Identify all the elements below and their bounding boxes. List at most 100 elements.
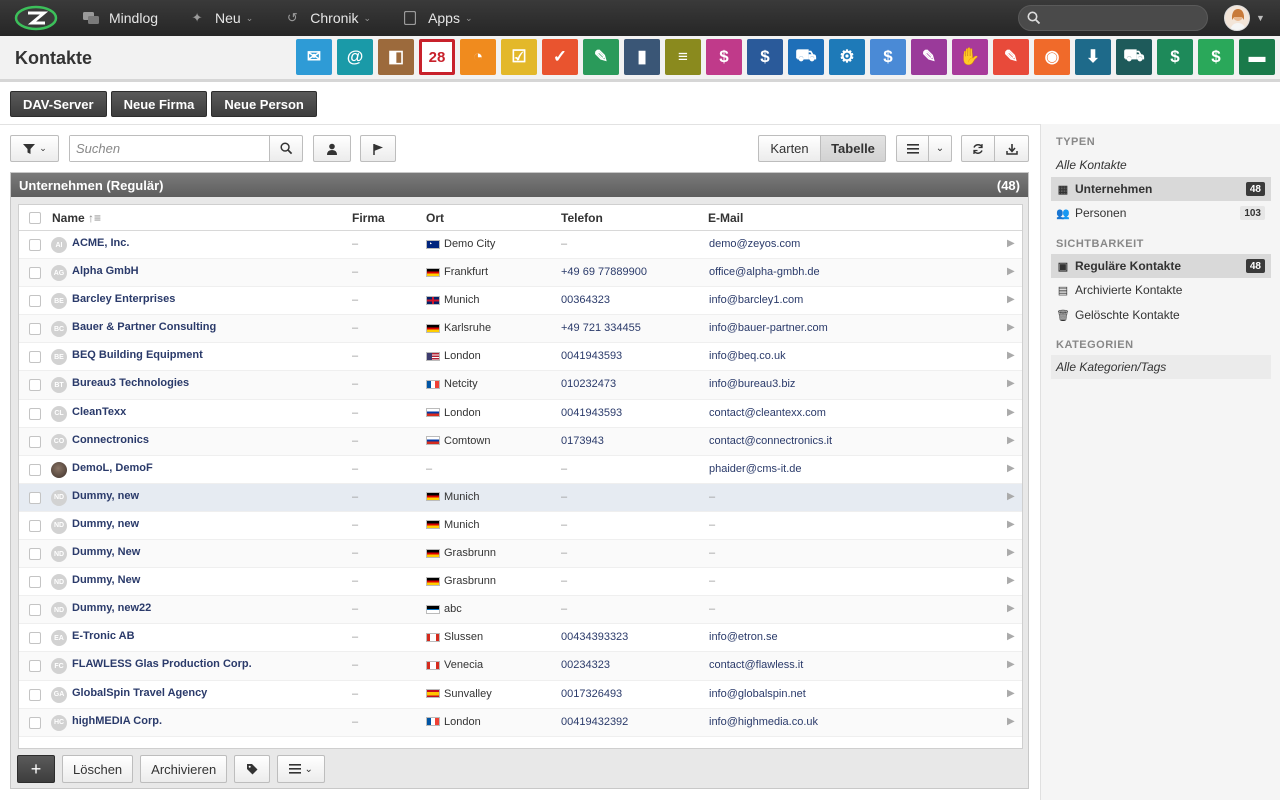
row-open-arrow-icon[interactable]: ▶ <box>1007 547 1015 558</box>
email-cell[interactable]: office@alpha-gmbh.de <box>709 266 820 278</box>
table-row[interactable]: ND Dummy, new – Munich – – ▶ <box>19 512 1022 541</box>
table-row[interactable]: ND Dummy, New – Grasbrunn – – ▶ <box>19 540 1022 569</box>
filter-dropdown-button[interactable]: ⌄ <box>10 135 59 162</box>
contact-name-link[interactable]: DemoL, DemoF <box>72 462 153 474</box>
row-checkbox[interactable] <box>29 548 41 561</box>
new-person-button[interactable]: Neue Person <box>211 91 317 117</box>
phone-cell[interactable]: +49 721 334455 <box>561 322 641 334</box>
addressbook-app-icon[interactable]: @ <box>337 39 373 75</box>
row-open-arrow-icon[interactable]: ▶ <box>1007 463 1015 474</box>
archive-button[interactable]: Archivieren <box>140 755 228 783</box>
cashdesk-app-icon[interactable]: $ <box>706 39 742 75</box>
tag-button[interactable] <box>234 755 271 783</box>
row-checkbox[interactable] <box>29 688 41 701</box>
row-open-arrow-icon[interactable]: ▶ <box>1007 407 1015 418</box>
row-open-arrow-icon[interactable]: ▶ <box>1007 716 1015 727</box>
sidebar-item-archived[interactable]: ▤ Archivierte Kontakte <box>1051 278 1271 302</box>
row-checkbox[interactable] <box>29 716 41 729</box>
search-field[interactable] <box>69 135 270 162</box>
email-cell[interactable]: info@etron.se <box>709 631 778 643</box>
table-row[interactable]: ND Dummy, new22 – abc – – ▶ <box>19 596 1022 625</box>
contact-name-link[interactable]: ACME, Inc. <box>72 237 129 249</box>
refresh-button[interactable] <box>961 135 995 162</box>
sidebar-item-deleted[interactable]: 🗑 Gelöschte Kontakte <box>1051 303 1271 327</box>
phone-cell[interactable]: 00434393323 <box>561 631 628 643</box>
download-button[interactable] <box>994 135 1029 162</box>
email-cell[interactable]: contact@flawless.it <box>709 659 803 671</box>
global-search-input[interactable] <box>1047 10 1197 26</box>
contact-name-link[interactable]: Bureau3 Technologies <box>72 377 189 389</box>
row-open-arrow-icon[interactable]: ▶ <box>1007 491 1015 502</box>
email-cell[interactable]: info@highmedia.co.uk <box>709 716 818 728</box>
table-row[interactable]: AG Alpha GmbH – Frankfurt +49 69 77889900 off… <box>19 259 1022 288</box>
view-table-button[interactable]: Tabelle <box>820 135 886 162</box>
row-open-arrow-icon[interactable]: ▶ <box>1007 659 1015 670</box>
row-checkbox[interactable] <box>29 604 41 617</box>
broadcast-app-icon[interactable]: ◉ <box>1034 39 1070 75</box>
row-open-arrow-icon[interactable]: ▶ <box>1007 350 1015 361</box>
table-row[interactable]: FC FLAWLESS Glas Production Corp. – Venecia… <box>19 652 1022 681</box>
contact-name-link[interactable]: Dummy, New <box>72 546 140 558</box>
row-checkbox[interactable] <box>29 576 41 589</box>
contact-name-link[interactable]: Dummy, new <box>72 518 139 530</box>
email-cell[interactable]: info@globalspin.net <box>709 688 806 700</box>
nav-item-mindlog[interactable]: Mindlog <box>82 0 158 36</box>
columns-dropdown-button[interactable]: ⌄ <box>928 135 952 162</box>
email-cell[interactable]: info@bureau3.biz <box>709 378 795 390</box>
contact-name-link[interactable]: Barcley Enterprises <box>72 293 175 305</box>
contact-name-link[interactable]: Dummy, New <box>72 574 140 586</box>
contact-name-link[interactable]: GlobalSpin Travel Agency <box>72 687 207 699</box>
sidebar-item-companies[interactable]: ▦ Unternehmen 48 <box>1051 177 1271 201</box>
row-checkbox[interactable] <box>29 435 41 448</box>
row-checkbox[interactable] <box>29 660 41 673</box>
view-cards-button[interactable]: Karten <box>758 135 821 162</box>
flag-filter-button[interactable] <box>360 135 396 162</box>
table-row[interactable]: BT Bureau3 Technologies – Netcity 010232473 i… <box>19 371 1022 400</box>
row-open-arrow-icon[interactable]: ▶ <box>1007 603 1015 614</box>
contact-name-link[interactable]: BEQ Building Equipment <box>72 349 203 361</box>
row-checkbox[interactable] <box>29 379 41 392</box>
table-row[interactable]: EA E-Tronic AB – Slussen 00434393323 info@etr… <box>19 624 1022 653</box>
column-name-header[interactable]: Name ↑≡ <box>52 211 101 225</box>
email-cell[interactable]: demo@zeyos.com <box>709 238 800 250</box>
sidebar-item-all-categories[interactable]: Alle Kategorien/Tags <box>1051 355 1271 379</box>
row-checkbox[interactable] <box>29 407 41 420</box>
table-row[interactable]: CL CleanTexx – London 0041943593 contact@clea… <box>19 400 1022 428</box>
shop-app-icon[interactable]: ⛟ <box>1116 39 1152 75</box>
download-app-icon[interactable]: ⬇ <box>1075 39 1111 75</box>
select-all-checkbox[interactable] <box>29 212 41 224</box>
column-firma-header[interactable]: Firma <box>352 211 385 225</box>
bookmark-app-icon[interactable]: ▮ <box>624 39 660 75</box>
phone-cell[interactable]: 010232473 <box>561 378 616 390</box>
notes-app-icon[interactable]: ✎ <box>583 39 619 75</box>
row-checkbox[interactable] <box>29 239 41 251</box>
row-checkbox[interactable] <box>29 463 41 476</box>
documents-app-icon[interactable]: ≡ <box>665 39 701 75</box>
contact-name-link[interactable]: CleanTexx <box>72 406 126 418</box>
row-checkbox[interactable] <box>29 323 41 336</box>
contact-name-link[interactable]: E-Tronic AB <box>72 630 135 642</box>
finance-app-icon[interactable]: $ <box>747 39 783 75</box>
mail-app-icon[interactable]: ✉ <box>296 39 332 75</box>
database-app-icon[interactable]: ▬ <box>1239 39 1275 75</box>
support-app-icon[interactable]: ⚙ <box>829 39 865 75</box>
contact-name-link[interactable]: Dummy, new22 <box>72 602 151 614</box>
tasks-app-icon[interactable]: ☑ <box>501 39 537 75</box>
nav-item-chronik[interactable]: ↺ Chronik ⌄ <box>283 0 371 36</box>
global-search[interactable] <box>1018 5 1208 31</box>
column-telefon-header[interactable]: Telefon <box>561 211 603 225</box>
row-checkbox[interactable] <box>29 632 41 645</box>
email-cell[interactable]: info@barcley1.com <box>709 294 803 306</box>
sidebar-item-regular[interactable]: ▣ Reguläre Kontakte 48 <box>1051 254 1271 278</box>
table-row[interactable]: ND Dummy, New – Grasbrunn – – ▶ <box>19 568 1022 597</box>
chevron-down-icon[interactable]: ▼ <box>1256 13 1265 23</box>
phone-cell[interactable]: +49 69 77889900 <box>561 266 647 278</box>
phone-cell[interactable]: 00419432392 <box>561 716 628 728</box>
row-checkbox[interactable] <box>29 351 41 364</box>
phone-cell[interactable]: 0041943593 <box>561 407 622 419</box>
phone-cell[interactable]: 0017326493 <box>561 688 622 700</box>
table-row[interactable]: BC Bauer & Partner Consulting – Karlsruhe +4… <box>19 315 1022 344</box>
contacts-app-icon[interactable]: ◧ <box>378 39 414 75</box>
sidebar-item-all-contacts[interactable]: Alle Kontakte <box>1051 153 1271 177</box>
column-email-header[interactable]: E-Mail <box>708 211 743 225</box>
